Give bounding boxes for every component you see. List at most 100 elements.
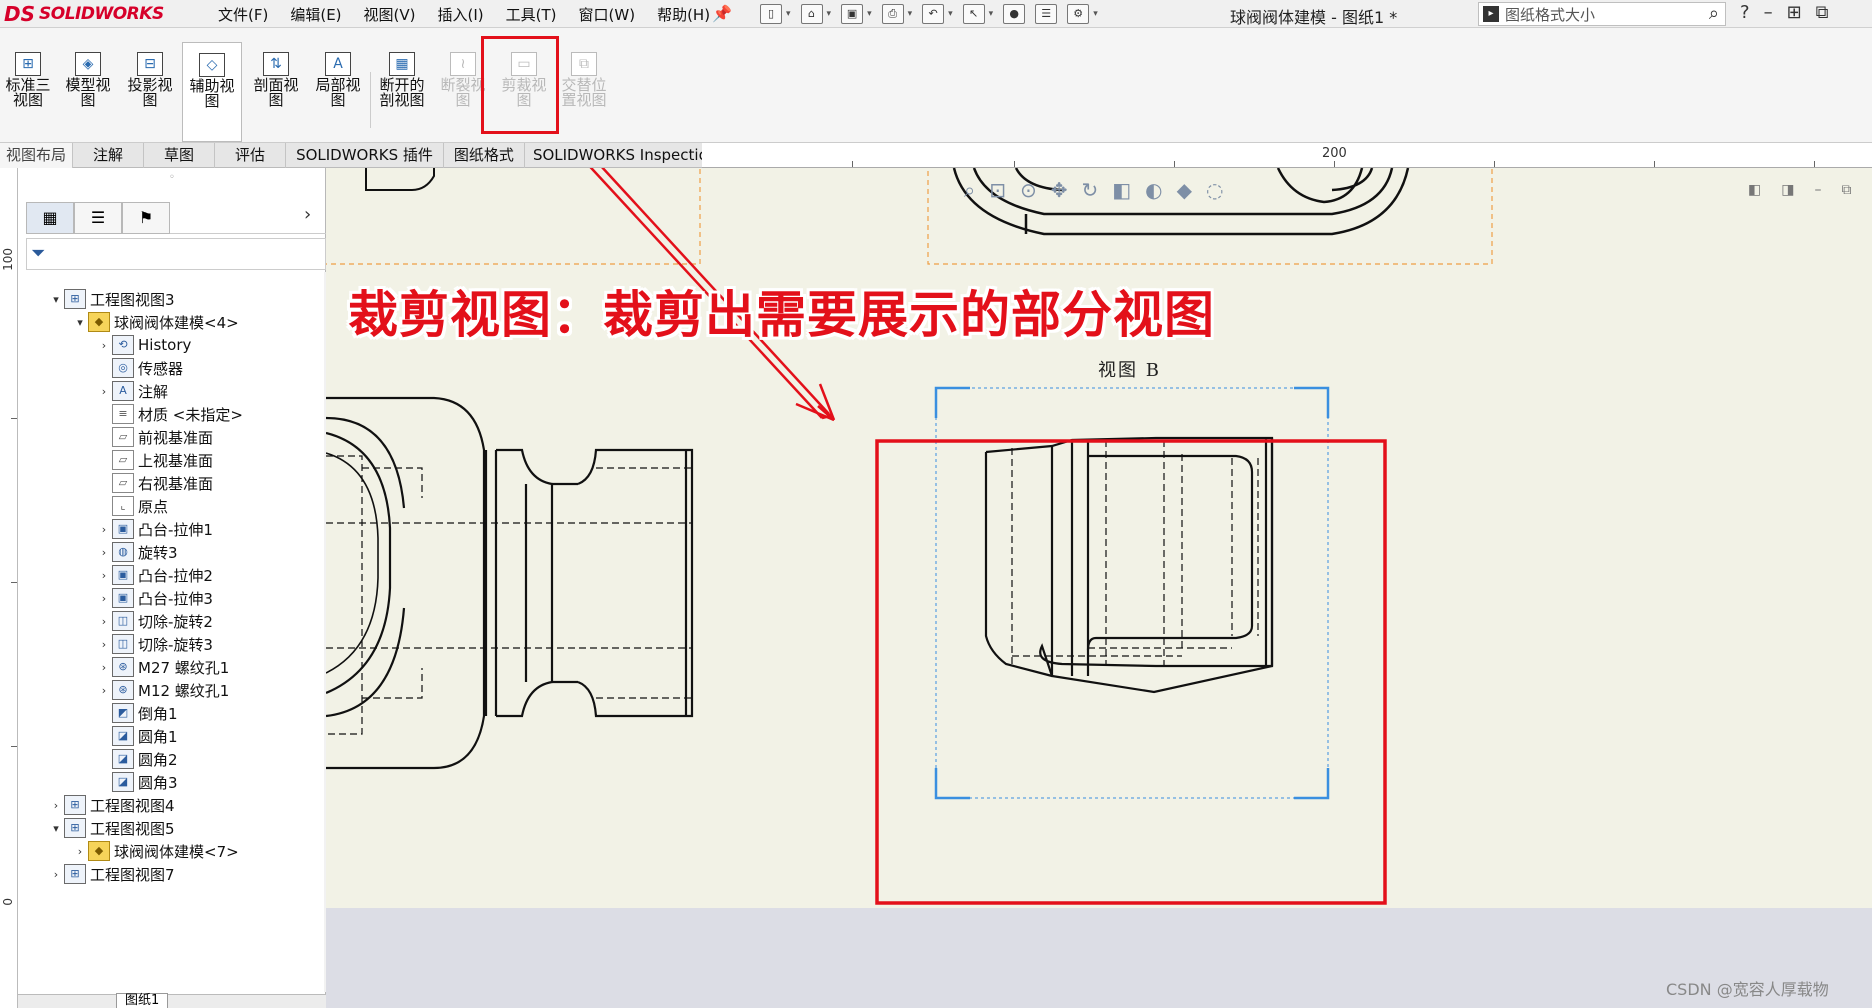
tab-evaluate[interactable]: 评估 [215,143,287,169]
menu-insert[interactable]: 插入(I) [438,4,484,25]
tab-sheet-format[interactable]: 图纸格式 [444,143,525,169]
detail-view-button[interactable]: A 局部视 图 [310,42,366,142]
ruler-tick [11,418,17,419]
tree-item-label: M27 螺纹孔1 [138,658,230,677]
previous-sheet-icon[interactable]: ◧ [1748,182,1761,198]
expand-closed-icon[interactable]: › [48,868,64,881]
alternate-position-view-button[interactable]: ⧉ 交替位 置视图 [556,42,612,142]
search-icon[interactable]: ⌕ [1709,3,1719,24]
plane-icon: ▱ [112,450,134,470]
expand-open-icon[interactable]: ▾ [48,293,64,306]
expand-closed-icon[interactable]: › [96,592,112,605]
expand-closed-icon[interactable]: › [72,845,88,858]
new-dropdown-icon[interactable]: ▾ [786,9,791,19]
view-settings-icon[interactable]: ◌ [1206,178,1223,202]
undo-dropdown-icon[interactable]: ▾ [948,9,953,19]
hole-wizard-icon: ⊛ [112,680,134,700]
menu-view[interactable]: 视图(V) [364,4,416,25]
next-sheet-icon[interactable]: ◨ [1781,182,1794,198]
print-dropdown-icon[interactable]: ▾ [908,9,913,19]
tab-view-layout[interactable]: 视图布局 [0,143,74,169]
filter-icon: ⏷ [31,243,46,264]
fillet-icon: ◪ [112,726,134,746]
standard-3-view-button[interactable]: ⊞ 标准三 视图 [0,42,56,142]
tab-solidworks-addins[interactable]: SOLIDWORKS 插件 [286,143,444,169]
zoom-to-area-icon[interactable]: ⊡ [989,178,1006,202]
settings-dropdown-icon[interactable]: ▾ [1093,9,1098,19]
traffic-light-icon[interactable]: ● [1003,4,1026,24]
expand-open-icon[interactable]: ▾ [72,316,88,329]
new-icon[interactable]: ▯ [760,4,782,24]
expand-closed-icon[interactable]: › [96,523,112,536]
undo-icon[interactable]: ↶ [922,4,945,24]
pan-icon[interactable]: ✥ [1051,178,1068,202]
expand-closed-icon[interactable]: › [96,661,112,674]
sheet-tab[interactable]: 图纸1 [116,993,169,1008]
tree-item-label: 工程图视图3 [90,290,175,309]
expand-closed-icon[interactable]: › [96,385,112,398]
print-icon[interactable]: ⎙ [881,4,904,24]
select-dropdown-icon[interactable]: ▾ [989,9,994,19]
expand-closed-icon[interactable]: › [96,339,112,352]
menu-edit[interactable]: 编辑(E) [290,4,341,25]
save-icon[interactable]: ▣ [841,4,864,24]
open-icon[interactable]: ⌂ [800,4,823,24]
restore-icon[interactable]: ⧉ [1816,2,1829,23]
save-dropdown-icon[interactable]: ▾ [867,9,872,19]
menu-tools[interactable]: 工具(T) [506,4,557,25]
tree-item[interactable]: › ⊞ 工程图视图7 [48,861,175,887]
minimize-icon[interactable]: – [1764,2,1773,23]
chevron-right-icon[interactable]: › [304,204,311,225]
model-view-button[interactable]: ◈ 模型视 图 [60,42,116,142]
tab-solidworks-inspection[interactable]: SOLIDWORKS Inspection [525,143,725,169]
solidworks-logo[interactable]: DS SOLIDWORKS [4,2,186,26]
cropped-view-hidden-lines [1011,440,1259,668]
tree-item-label: 切除-旋转2 [138,612,213,631]
expand-closed-icon[interactable]: › [48,799,64,812]
restore-view-icon[interactable]: ⧉ [1841,182,1851,198]
previous-view-icon[interactable]: ⊙ [1020,178,1037,202]
display-style-icon[interactable]: ◧ [1112,178,1131,202]
broken-out-section-button[interactable]: ▦ 断开的 剖视图 [374,42,430,142]
standard-3-view-icon: ⊞ [15,52,41,76]
hide-show-icon[interactable]: ◐ [1145,178,1162,202]
open-dropdown-icon[interactable]: ▾ [827,9,832,19]
configuration-manager-tab-icon[interactable]: ⚑ [122,202,170,234]
tree-filter-input[interactable]: ⏷ [26,238,326,270]
expand-open-icon[interactable]: ▾ [48,822,64,835]
expand-closed-icon[interactable]: › [96,638,112,651]
minimize-view-icon[interactable]: – [1814,182,1821,198]
search-input[interactable]: ▸ 图纸格式大小 ⌕ [1478,2,1726,26]
expand-closed-icon[interactable]: › [96,615,112,628]
property-manager-tab-icon[interactable]: ☰ [74,202,122,234]
auxiliary-view-button[interactable]: ◇ 辅助视 图 [182,42,242,142]
tile-icon[interactable]: ⊞ [1787,2,1802,23]
menu-help[interactable]: 帮助(H) [657,4,710,25]
projected-view-button[interactable]: ⊟ 投影视 图 [122,42,178,142]
expand-closed-icon[interactable]: › [96,569,112,582]
tree-item-label: 球阀阀体建模<7> [114,842,239,861]
help-icon[interactable]: ? [1740,2,1750,23]
zoom-to-fit-icon[interactable]: ⌕ [964,178,975,202]
panel-grip-icon[interactable]: ◦ [18,172,326,186]
fillet-icon: ◪ [112,772,134,792]
section-view-button[interactable]: ⇅ 剖面视 图 [248,42,304,142]
drawing-view-icon: ⊞ [64,289,86,309]
tree-item-label: 工程图视图5 [90,819,175,838]
options-list-icon[interactable]: ☰ [1035,4,1058,24]
rotate-icon[interactable]: ↻ [1082,178,1099,202]
heads-up-view-toolbar: ⌕ ⊡ ⊙ ✥ ↻ ◧ ◐ ◆ ◌ [964,178,1223,202]
feature-tree-tab-icon[interactable]: ▦ [26,202,74,234]
tab-annotation[interactable]: 注解 [73,143,145,169]
expand-closed-icon[interactable]: › [96,684,112,697]
menu-window[interactable]: 窗口(W) [579,4,636,25]
pin-menu-icon[interactable]: 📌 [712,4,732,23]
section-view-icon: ⇅ [263,52,289,76]
menu-file[interactable]: 文件(F) [218,4,268,25]
boss-extrude-icon: ▣ [112,565,134,585]
select-icon[interactable]: ↖ [962,4,985,24]
tab-sketch[interactable]: 草图 [144,143,216,169]
expand-closed-icon[interactable]: › [96,546,112,559]
scene-icon[interactable]: ◆ [1177,178,1192,202]
settings-icon[interactable]: ⚙ [1067,4,1090,24]
